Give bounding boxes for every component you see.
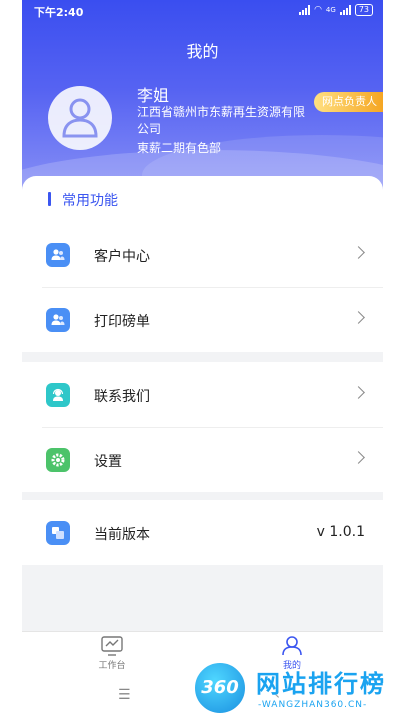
signal-icon: [299, 5, 311, 15]
role-badge: 网点负责人: [314, 92, 383, 112]
chevron-right-icon: [352, 386, 365, 399]
gear-icon: [46, 448, 70, 472]
watermark-url: -WANGZHAN360.CN-: [258, 700, 368, 710]
signal-icon: [339, 5, 351, 15]
avatar[interactable]: [48, 86, 112, 150]
menu-item-label: 当前版本: [94, 527, 150, 543]
page-title: 我的: [186, 42, 219, 61]
profile-header: 下午2:40 ◠ 4G 73 我的 李姐 江西省赣州市东薪再生资源有限公司 東薪…: [22, 0, 383, 200]
user-department: 東薪二期有色部: [137, 141, 222, 155]
section-title: 常用功能: [62, 193, 118, 209]
menu-item-label: 联系我们: [94, 389, 150, 405]
user-company: 江西省赣州市东薪再生资源有限公司: [137, 105, 306, 136]
status-bar: 下午2:40 ◠ 4G 73: [22, 0, 383, 22]
section-marker: [48, 192, 51, 206]
menu-group: 当前版本 v 1.0.1: [22, 500, 383, 565]
tab-workbench[interactable]: 工作台: [62, 636, 162, 671]
watermark-title: 网站排行榜: [256, 670, 386, 698]
menu-item-label: 设置: [94, 454, 122, 470]
battery-icon: 73: [354, 4, 373, 16]
watermark: 360 网站排行榜 -WANGZHAN360.CN-: [192, 660, 402, 718]
chevron-right-icon: [352, 451, 365, 464]
user-name: 李姐: [137, 86, 170, 105]
workbench-icon: [101, 636, 123, 656]
version-icon: [46, 521, 70, 545]
customer-icon: [46, 243, 70, 267]
menu-item-contact-us[interactable]: 联系我们: [22, 362, 383, 427]
menu-group: 联系我们 设置: [22, 362, 383, 492]
menu-item-label: 客户中心: [94, 249, 150, 265]
menu-item-customer-center[interactable]: 客户中心: [22, 222, 383, 287]
tab-label: 工作台: [98, 661, 126, 671]
status-time: 下午2:40: [34, 6, 84, 19]
chevron-right-icon: [352, 246, 365, 259]
network-type: 4G: [325, 6, 336, 14]
contact-icon: [46, 383, 70, 407]
version-value: v 1.0.1: [316, 524, 365, 540]
watermark-logo-text: 360: [201, 677, 239, 698]
menu-item-label: 打印磅单: [94, 314, 150, 330]
menu-item-settings[interactable]: 设置: [22, 427, 383, 492]
print-icon: [46, 308, 70, 332]
chevron-right-icon: [352, 311, 365, 324]
menu-icon[interactable]: ☰: [118, 687, 131, 703]
wifi-icon: ◠: [314, 5, 322, 15]
menu-item-current-version[interactable]: 当前版本 v 1.0.1: [22, 500, 383, 565]
user-avatar-icon: [62, 98, 98, 138]
menu-item-print-weigh-ticket[interactable]: 打印磅单: [22, 287, 383, 352]
phone-screen: 下午2:40 ◠ 4G 73 我的 李姐 江西省赣州市东薪再生资源有限公司 東薪…: [22, 0, 383, 720]
watermark-logo: 360: [192, 660, 248, 716]
menu-group: 客户中心 打印磅单: [22, 222, 383, 352]
user-icon: [282, 636, 302, 656]
status-icons: ◠ 4G 73: [299, 4, 373, 16]
